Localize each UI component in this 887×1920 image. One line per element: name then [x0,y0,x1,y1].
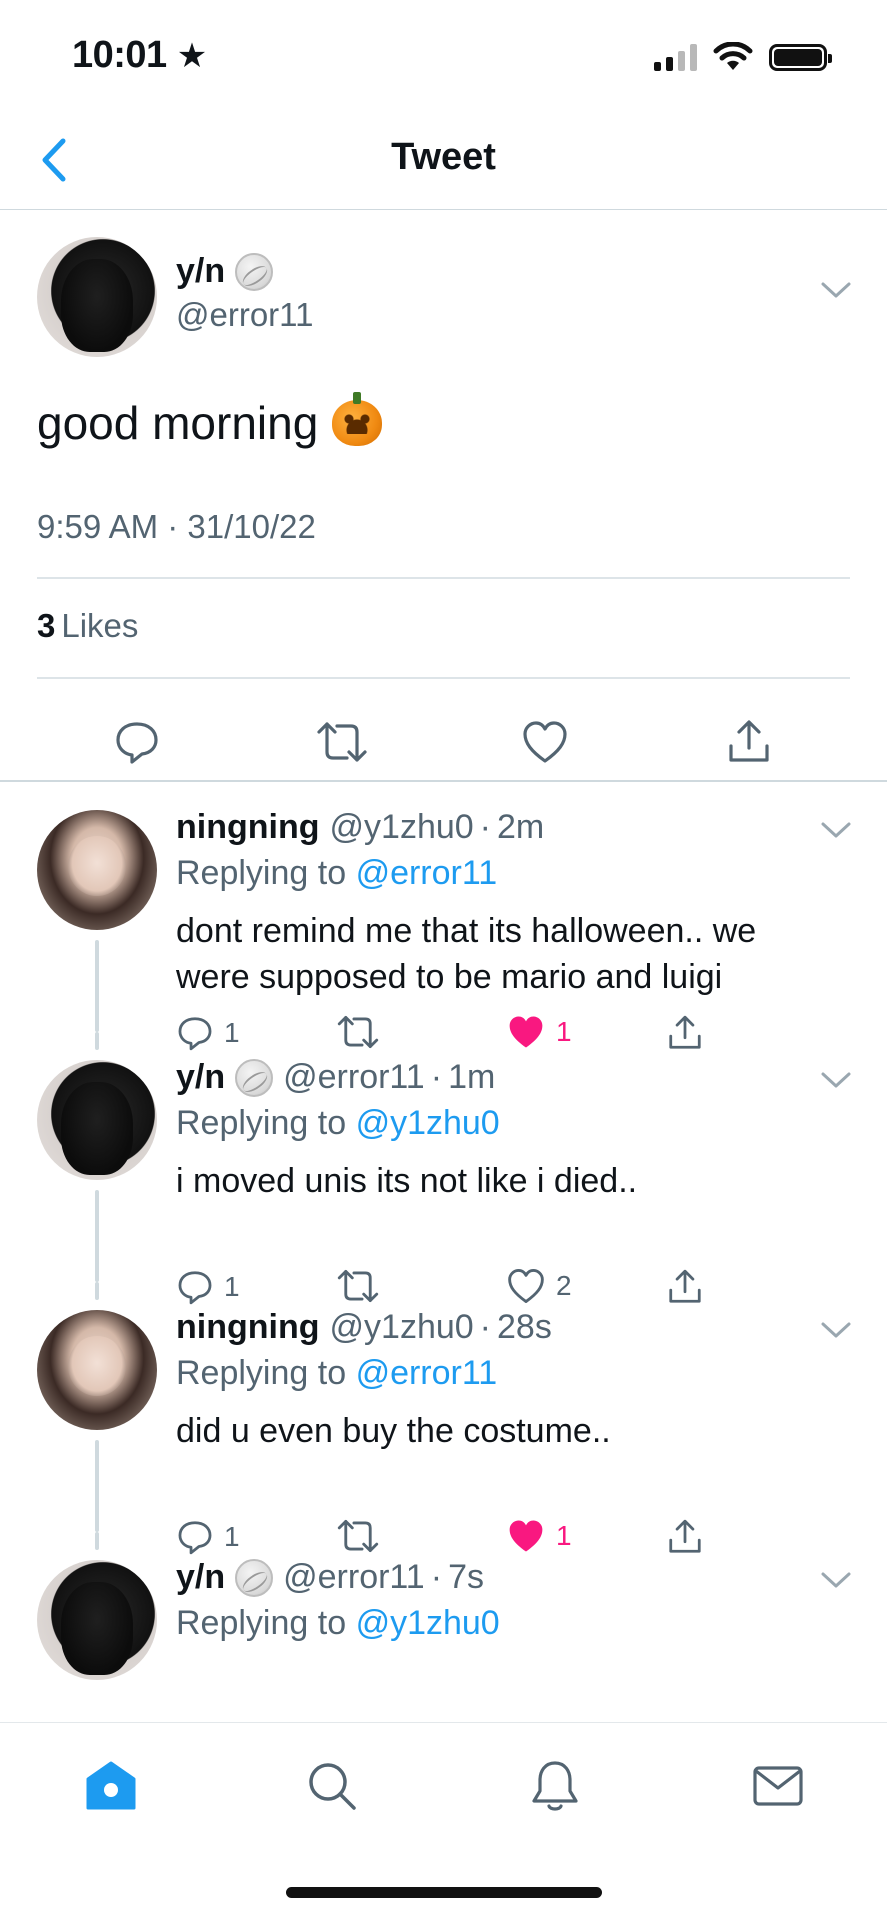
tweet-text: good morning [37,392,383,450]
separator-dot: · [479,808,491,846]
thread-line [95,1282,99,1300]
thread-line [95,1440,99,1532]
author-handle[interactable]: @error11 [176,296,313,334]
notifications-icon [532,1761,578,1811]
reply-tweet[interactable]: ningning @y1zhu0 · 2m Replying to @error… [0,782,887,1051]
reply-text: did u even buy the costume.. [176,1412,611,1450]
tab-notifications[interactable] [520,1751,590,1821]
home-icon [86,1761,136,1810]
replying-to: Replying to @y1zhu0 [176,1604,500,1643]
jack-o-lantern-emoji [332,392,383,446]
author-handle[interactable]: @y1zhu0 [330,808,474,847]
reply-time: 7s [448,1558,484,1596]
avatar[interactable] [37,237,157,357]
author-name[interactable]: ningning [176,1308,320,1347]
messages-icon [753,1766,803,1806]
home-indicator [286,1887,602,1898]
replying-to: Replying to @error11 [176,854,497,893]
chevron-down-icon[interactable] [820,820,852,840]
reply-text: i moved unis its not like i died.. [176,1162,638,1200]
tweet-text-content: good morning [37,397,319,449]
tweet-actions [0,702,887,782]
author-name[interactable]: y/n [176,1058,225,1097]
like-icon [523,721,567,763]
main-tweet-author[interactable]: y/n [176,252,274,291]
mention-link[interactable]: @error11 [356,854,498,892]
replying-to: Replying to @error11 [176,1354,497,1393]
mention-link[interactable]: @y1zhu0 [356,1104,500,1142]
avatar[interactable] [37,810,157,930]
chevron-down-icon[interactable] [820,1570,852,1590]
author-name[interactable]: ningning [176,808,320,847]
reply-time: 28s [497,1308,552,1346]
reply-time: 1m [448,1058,496,1096]
likes-label: Likes [61,607,139,644]
avatar[interactable] [37,1560,157,1680]
share-icon [729,720,769,762]
likes-number: 3 [37,607,56,644]
author-handle[interactable]: @error11 [283,1058,425,1097]
avatar[interactable] [37,1310,157,1430]
like-button[interactable] [515,712,575,772]
replying-to: Replying to @y1zhu0 [176,1104,500,1143]
volleyball-emoji [235,1558,274,1597]
status-icons [654,42,832,72]
volleyball-emoji [235,252,274,291]
volleyball-emoji [235,1058,274,1097]
reply-tweet[interactable]: ningning @y1zhu0 · 28s Replying to @erro… [0,1282,887,1555]
chevron-down-icon[interactable] [820,1320,852,1340]
status-time: 10:01 ★ [72,34,207,77]
replying-label: Replying to [176,1604,347,1642]
divider [37,577,850,579]
nav-header: Tweet [0,110,887,210]
mention-link[interactable]: @error11 [356,1354,498,1392]
replying-label: Replying to [176,1104,347,1142]
retweet-icon [317,722,367,762]
author-handle[interactable]: @y1zhu0 [330,1308,474,1347]
reply-button[interactable] [107,712,167,772]
replying-label: Replying to [176,854,347,892]
chevron-down-icon[interactable] [820,280,852,300]
star-icon: ★ [176,36,207,75]
author-name[interactable]: y/n [176,1558,225,1597]
search-icon [309,1763,356,1810]
reply-header: y/n @error11 · 1m [176,1058,495,1097]
author-name: y/n [176,252,226,290]
mention-link[interactable]: @y1zhu0 [356,1604,500,1642]
thread-line [95,1532,99,1550]
signal-icon [654,43,697,71]
reply-tweet[interactable]: y/n @error11 · 1m Replying to @y1zhu0 i … [0,1032,887,1305]
reply-time: 2m [497,808,545,846]
tweet-timestamp: 9:59 AM · 31/10/22 [37,508,316,545]
status-bar: 10:01 ★ [0,0,887,110]
tab-search[interactable] [297,1751,367,1821]
author-handle[interactable]: @error11 [283,1558,425,1597]
likes-count[interactable]: 3 Likes [37,607,138,645]
retweet-button[interactable] [312,712,372,772]
thread-line [95,1032,99,1050]
tab-messages[interactable] [743,1751,813,1821]
thread-line [95,940,99,1032]
separator-dot: · [479,1308,491,1346]
separator-dot: · [430,1558,443,1596]
wifi-icon [713,42,753,70]
reply-header: y/n @error11 · 7s [176,1558,484,1597]
reply-header: ningning @y1zhu0 · 2m [176,808,544,847]
reply-text: dont remind me that its halloween.. we w… [176,912,757,996]
tab-home[interactable] [76,1751,146,1821]
chevron-down-icon[interactable] [820,1070,852,1090]
status-time-text: 10:01 [72,34,167,76]
divider [37,677,850,679]
reply-icon [116,722,158,764]
thread-line [95,1190,99,1282]
separator-dot: · [430,1058,443,1096]
battery-icon [769,43,832,71]
page-title: Tweet [391,136,496,178]
avatar[interactable] [37,1060,157,1180]
reply-header: ningning @y1zhu0 · 28s [176,1308,552,1347]
share-button[interactable] [719,712,779,772]
replying-label: Replying to [176,1354,347,1392]
